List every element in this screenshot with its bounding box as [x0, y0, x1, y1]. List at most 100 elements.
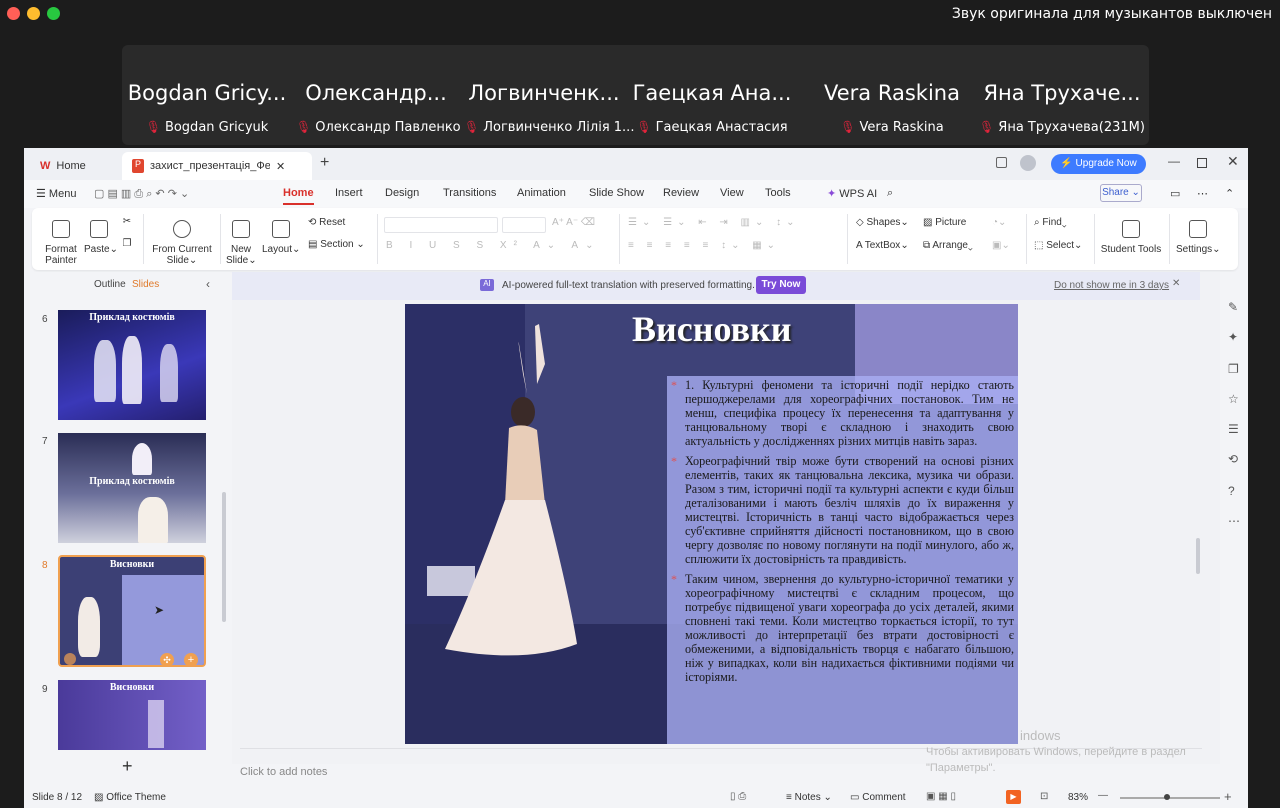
zoom-slider-thumb[interactable]: [1164, 794, 1170, 800]
avatar[interactable]: [1020, 155, 1036, 171]
slide-title[interactable]: Висновки: [632, 308, 792, 350]
zoom-in-button[interactable]: +: [1224, 789, 1232, 804]
layout-button[interactable]: Layout⌄: [262, 220, 300, 255]
play-icon[interactable]: [64, 653, 76, 665]
tab-review[interactable]: Review: [663, 187, 699, 199]
window-icon[interactable]: [996, 157, 1007, 168]
tab-view[interactable]: View: [720, 187, 744, 199]
ai-tools-icon[interactable]: ✎: [1228, 300, 1238, 314]
from-current-slide-button[interactable]: From Current Slide⌄: [150, 220, 214, 266]
comment-icon[interactable]: ▭: [1170, 187, 1180, 200]
shapes-button[interactable]: ◇ Shapes⌄: [856, 217, 909, 228]
zoom-window-button[interactable]: [47, 7, 60, 20]
properties-icon[interactable]: ☰: [1228, 422, 1239, 436]
scrollbar[interactable]: [222, 492, 226, 622]
dismiss-link[interactable]: Do not show me in 3 days: [1054, 280, 1169, 291]
participant-tile[interactable]: Логвинченк... 🎙 Логвинченко Лілія 1...: [464, 45, 634, 145]
participant-tile[interactable]: Яна Трухаче... 🎙 Яна Трухачева(231М): [977, 45, 1147, 145]
collapse-panel-icon[interactable]: ‹: [206, 277, 210, 291]
find-button[interactable]: ⌕ Find⌄: [1034, 217, 1067, 228]
reset-button[interactable]: ⟲ Reset: [308, 217, 345, 228]
section-button[interactable]: ▤ Section ⌄: [308, 239, 365, 250]
tab-document[interactable]: Pзахист_презентація_Федоров✕: [122, 152, 312, 180]
restore-icon[interactable]: [1197, 158, 1207, 168]
star-icon[interactable]: ☆: [1228, 392, 1239, 406]
transition-icon[interactable]: ✣: [160, 653, 174, 665]
comment-button[interactable]: ▭ Comment: [850, 792, 906, 803]
shape-outline-button[interactable]: ▣⌄: [992, 240, 1010, 251]
close-app-icon[interactable]: ✕: [1227, 153, 1239, 170]
add-slide-button[interactable]: +: [122, 756, 133, 777]
arrange-button[interactable]: ⧉ Arrange⌄: [923, 240, 973, 251]
tab-outline[interactable]: Outline: [94, 279, 126, 290]
paste-button[interactable]: Paste⌄: [84, 220, 118, 255]
theme-button[interactable]: ▨ Office Theme: [94, 792, 166, 803]
notes-button[interactable]: ≡ Notes ⌄: [786, 792, 832, 803]
slide-thumbnail[interactable]: Приклад костюмів: [58, 310, 206, 420]
zoom-level[interactable]: 83%: [1068, 792, 1088, 803]
textbox-button[interactable]: A TextBox⌄: [856, 240, 909, 251]
tab-home-ribbon[interactable]: Home: [283, 187, 314, 205]
tab-home[interactable]: W Home: [30, 152, 120, 180]
slideshow-play-button[interactable]: ▶: [1006, 790, 1021, 804]
slide-thumbnail[interactable]: Висновки: [58, 680, 206, 750]
upgrade-button[interactable]: ⚡ Upgrade Now: [1051, 154, 1146, 174]
format-painter-button[interactable]: Format Painter: [42, 220, 80, 266]
tab-slides[interactable]: Slides: [132, 279, 159, 290]
try-now-button[interactable]: Try Now: [756, 276, 806, 294]
tab-transitions[interactable]: Transitions: [443, 187, 496, 199]
picture-button[interactable]: ▨ Picture: [923, 217, 966, 228]
view-icons[interactable]: ▯ ⎙: [730, 791, 746, 802]
collapse-ribbon-icon[interactable]: ⌃: [1225, 187, 1234, 200]
scrollbar[interactable]: [1196, 538, 1200, 574]
tab-insert[interactable]: Insert: [335, 187, 363, 199]
paragraph-buttons-row1[interactable]: ☰⌄ ☰⌄ ⇤ ⇥ ▥⌄ ↕⌄: [628, 217, 800, 228]
new-tab-button[interactable]: +: [320, 154, 329, 172]
copy-slide-icon[interactable]: ❐: [1228, 362, 1239, 376]
alignment-buttons[interactable]: ≡ ≡ ≡ ≡ ≡ ↕⌄ ▦⌄: [628, 240, 780, 251]
current-slide[interactable]: Висновки * 1. Культурні феномени та істор…: [405, 304, 1018, 744]
font-size-select[interactable]: [502, 217, 546, 233]
close-window-button[interactable]: [7, 7, 20, 20]
select-button[interactable]: ⬚ Select⌄: [1034, 240, 1082, 251]
slide-thumbnail-selected[interactable]: Висновки ✣ + ➤: [58, 555, 206, 667]
participant-tile[interactable]: Vera Raskina 🎙 Vera Raskina: [812, 45, 972, 145]
close-icon[interactable]: ✕: [276, 160, 285, 173]
tab-slide-show[interactable]: Slide Show: [589, 187, 644, 199]
participant-tile[interactable]: Гаецкая Ана... 🎙 Гаецкая Анастасия: [632, 45, 792, 145]
tab-design[interactable]: Design: [385, 187, 419, 199]
text-format-buttons[interactable]: B I U S S X² A⌄ A⌄: [386, 240, 600, 251]
zoom-slider[interactable]: [1120, 797, 1220, 799]
search-icon[interactable]: ⌕: [887, 187, 893, 200]
close-banner-icon[interactable]: ✕: [1172, 278, 1180, 289]
more-icon[interactable]: ⋯: [1228, 514, 1240, 528]
copy-icon[interactable]: ❐: [120, 238, 134, 249]
settings-button[interactable]: Settings⌄: [1176, 220, 1221, 255]
tab-animation[interactable]: Animation: [517, 187, 566, 199]
zoom-out-button[interactable]: —: [1098, 790, 1108, 801]
menu-button[interactable]: ☰ Menu: [36, 187, 76, 200]
new-slide-button[interactable]: New Slide⌄: [226, 220, 257, 266]
participant-tile[interactable]: Bogdan Gricy... 🎙 Bogdan Gricyuk: [127, 45, 287, 145]
share-button[interactable]: Share ⌄: [1100, 184, 1142, 202]
minimize-window-button[interactable]: [27, 7, 40, 20]
participant-tile[interactable]: Олександр... 🎙 Олександр Павленко: [296, 45, 461, 145]
shape-fill-button[interactable]: ◔⌄: [992, 217, 1006, 228]
help-icon[interactable]: ?: [1228, 484, 1235, 498]
minimize-icon[interactable]: —: [1168, 154, 1180, 168]
design-icon[interactable]: ✦: [1228, 330, 1238, 344]
wps-ai-button[interactable]: ✦ WPS AI: [827, 187, 877, 200]
more-icon[interactable]: ⋯: [1197, 187, 1208, 200]
student-tools-button[interactable]: Student Tools: [1100, 220, 1162, 255]
add-slide-icon[interactable]: +: [184, 653, 198, 665]
view-mode-buttons[interactable]: ▣ ▦ ▯: [926, 791, 956, 802]
quick-access-icons[interactable]: ▢ ▤ ▥ ⎙ ⌕ ↶ ↷ ⌄: [94, 187, 189, 201]
fit-icon[interactable]: ⊡: [1040, 791, 1048, 802]
slide-text-box[interactable]: * 1. Культурні феномени та історичні поді…: [667, 376, 1018, 744]
slide-thumbnail[interactable]: Приклад костюмів: [58, 433, 206, 543]
cut-icon[interactable]: ✂: [120, 216, 134, 227]
font-family-select[interactable]: [384, 217, 498, 233]
font-size-buttons[interactable]: A⁺ A⁻ ⌫: [552, 217, 595, 228]
tab-tools[interactable]: Tools: [765, 187, 791, 199]
history-icon[interactable]: ⟲: [1228, 452, 1238, 466]
